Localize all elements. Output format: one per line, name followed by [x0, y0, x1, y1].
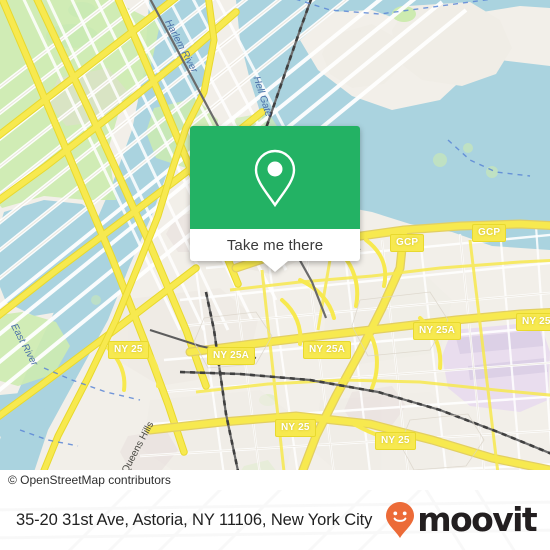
road-shield-ny25-3[interactable]: NY 25 [375, 432, 416, 450]
callout-footer[interactable]: Take me there [190, 229, 360, 272]
address-text: 35-20 31st Ave, Astoria, NY 11106, New Y… [16, 510, 373, 529]
map-canvas[interactable]: Harlem River Hell Gate East River Queens… [0, 0, 550, 490]
road-shield-ny25-2[interactable]: NY 25 [275, 419, 316, 437]
road-shield-ny25a-3[interactable]: NY 25A [207, 347, 256, 365]
road-shield-gcp-1[interactable]: GCP [390, 234, 425, 252]
footer-bar: 35-20 31st Ave, Astoria, NY 11106, New Y… [0, 490, 550, 550]
road-shield-ny25a-1[interactable]: NY 25A [413, 322, 462, 340]
map-pin-icon [254, 149, 296, 207]
callout-header [190, 126, 360, 229]
road-shield-ny25a-2[interactable]: NY 25A [303, 341, 352, 359]
moovit-map-card: Harlem River Hell Gate East River Queens… [0, 0, 550, 550]
take-me-there-label: Take me there [226, 236, 324, 254]
road-shield-ny25-1[interactable]: NY 25 [108, 341, 149, 359]
moovit-logo[interactable]: moovit [385, 500, 538, 539]
destination-callout-card[interactable]: Take me there [190, 126, 360, 272]
moovit-wordmark: moovit [417, 500, 537, 539]
map-attribution-bar: © OpenStreetMap contributors [0, 470, 550, 490]
callout-tail [262, 261, 288, 272]
moovit-smiley-pin-icon [386, 502, 415, 538]
road-shield-ny25a-4[interactable]: NY 25A [516, 313, 550, 331]
road-shield-gcp-2[interactable]: GCP [472, 224, 507, 242]
osm-attribution-text[interactable]: © OpenStreetMap contributors [0, 473, 171, 487]
